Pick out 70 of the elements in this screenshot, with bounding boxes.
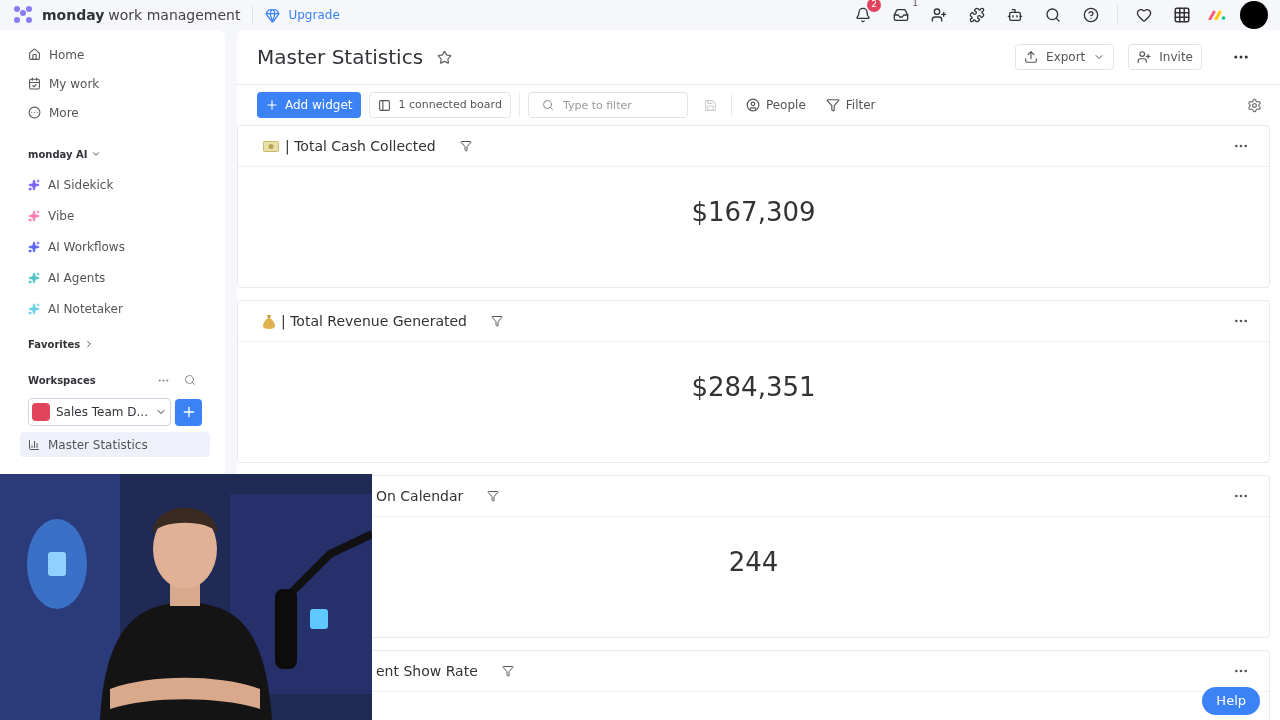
settings-icon[interactable] <box>1247 97 1262 113</box>
section-heading: Workspaces <box>28 373 96 388</box>
filter-field[interactable]: Type to filter <box>527 92 688 119</box>
money-bag-icon <box>263 313 275 329</box>
widget-value: $284,351 <box>691 370 816 404</box>
search-icon[interactable] <box>184 374 196 386</box>
bell-icon <box>855 7 871 23</box>
heart-icon <box>1136 7 1152 23</box>
calendar-icon <box>28 77 41 90</box>
filter-icon <box>825 98 840 112</box>
banknote-icon <box>263 140 279 152</box>
section-heading[interactable]: Favorites <box>20 334 210 354</box>
workspace-dropdown[interactable]: Sales Team D... <box>28 398 172 426</box>
export-button[interactable]: Export <box>1015 44 1115 70</box>
brand-subtitle: work management <box>108 5 241 25</box>
add-widget-button[interactable]: Add widget <box>257 92 361 118</box>
chevron-down-icon <box>91 149 102 159</box>
widget-value: 244 <box>728 545 779 579</box>
sidebar-item[interactable]: AI Workflows <box>20 231 210 262</box>
home-icon <box>28 48 41 61</box>
sidebar-item[interactable]: Vibe <box>20 200 210 231</box>
invite-button[interactable]: Invite <box>1128 44 1202 70</box>
more-icon <box>28 106 41 119</box>
upload-icon <box>1024 50 1039 64</box>
robot-icon <box>1007 7 1023 23</box>
sidebar-item[interactable]: Master Statistics <box>20 432 210 457</box>
filter-button[interactable]: Filter <box>819 96 882 114</box>
inbox-count: 1 <box>912 0 918 10</box>
people-button[interactable]: People <box>739 96 812 114</box>
filter-icon[interactable] <box>487 490 500 502</box>
filter-icon[interactable] <box>491 315 503 327</box>
logo-icon <box>12 4 34 26</box>
widget-title: ent Show Rate <box>376 661 478 681</box>
plus-icon <box>265 98 279 112</box>
filter-icon[interactable] <box>501 665 514 677</box>
person-icon <box>745 98 760 112</box>
add-button[interactable] <box>175 398 202 426</box>
section-heading[interactable]: monday AI <box>20 143 210 165</box>
search-icon <box>541 98 554 111</box>
star-icon[interactable] <box>437 49 453 65</box>
notification-count: 2 <box>867 0 881 12</box>
brand-name: monday <box>42 5 105 25</box>
widget-value: $167,309 <box>691 195 816 229</box>
workspace-icon <box>32 403 50 421</box>
sidebar-item[interactable]: Home <box>20 40 210 69</box>
sidebar-item[interactable]: My work <box>20 69 210 98</box>
product-logo-icon <box>1208 10 1226 20</box>
page-title: Master Statistics <box>257 44 424 71</box>
user-plus-icon <box>931 7 947 23</box>
help-button[interactable]: Help <box>1202 687 1260 715</box>
question-icon <box>1083 7 1099 23</box>
widget-title: On Calendar <box>376 486 464 506</box>
connected-board-button[interactable]: 1 connected board <box>368 92 511 118</box>
gem-icon <box>265 7 281 23</box>
search-icon <box>1045 7 1061 23</box>
panel-icon <box>377 98 391 112</box>
widget-title: | Total Revenue Generated <box>281 311 467 332</box>
grid-icon <box>1173 6 1191 24</box>
sidebar-item[interactable]: AI Notetaker <box>20 293 210 324</box>
upgrade-link[interactable]: Upgrade <box>265 6 340 24</box>
puzzle-icon <box>969 7 985 23</box>
inbox-icon <box>893 7 909 23</box>
widget-title: | Total Cash Collected <box>285 136 436 157</box>
sidebar-item[interactable]: More <box>20 98 210 127</box>
sidebar-item[interactable]: AI Sidekick <box>20 169 210 200</box>
user-plus-icon <box>1137 50 1152 64</box>
filter-icon[interactable] <box>459 140 472 152</box>
chart-icon <box>28 438 40 451</box>
sidebar-item[interactable]: AI Agents <box>20 262 210 293</box>
avatar[interactable] <box>1240 1 1268 29</box>
